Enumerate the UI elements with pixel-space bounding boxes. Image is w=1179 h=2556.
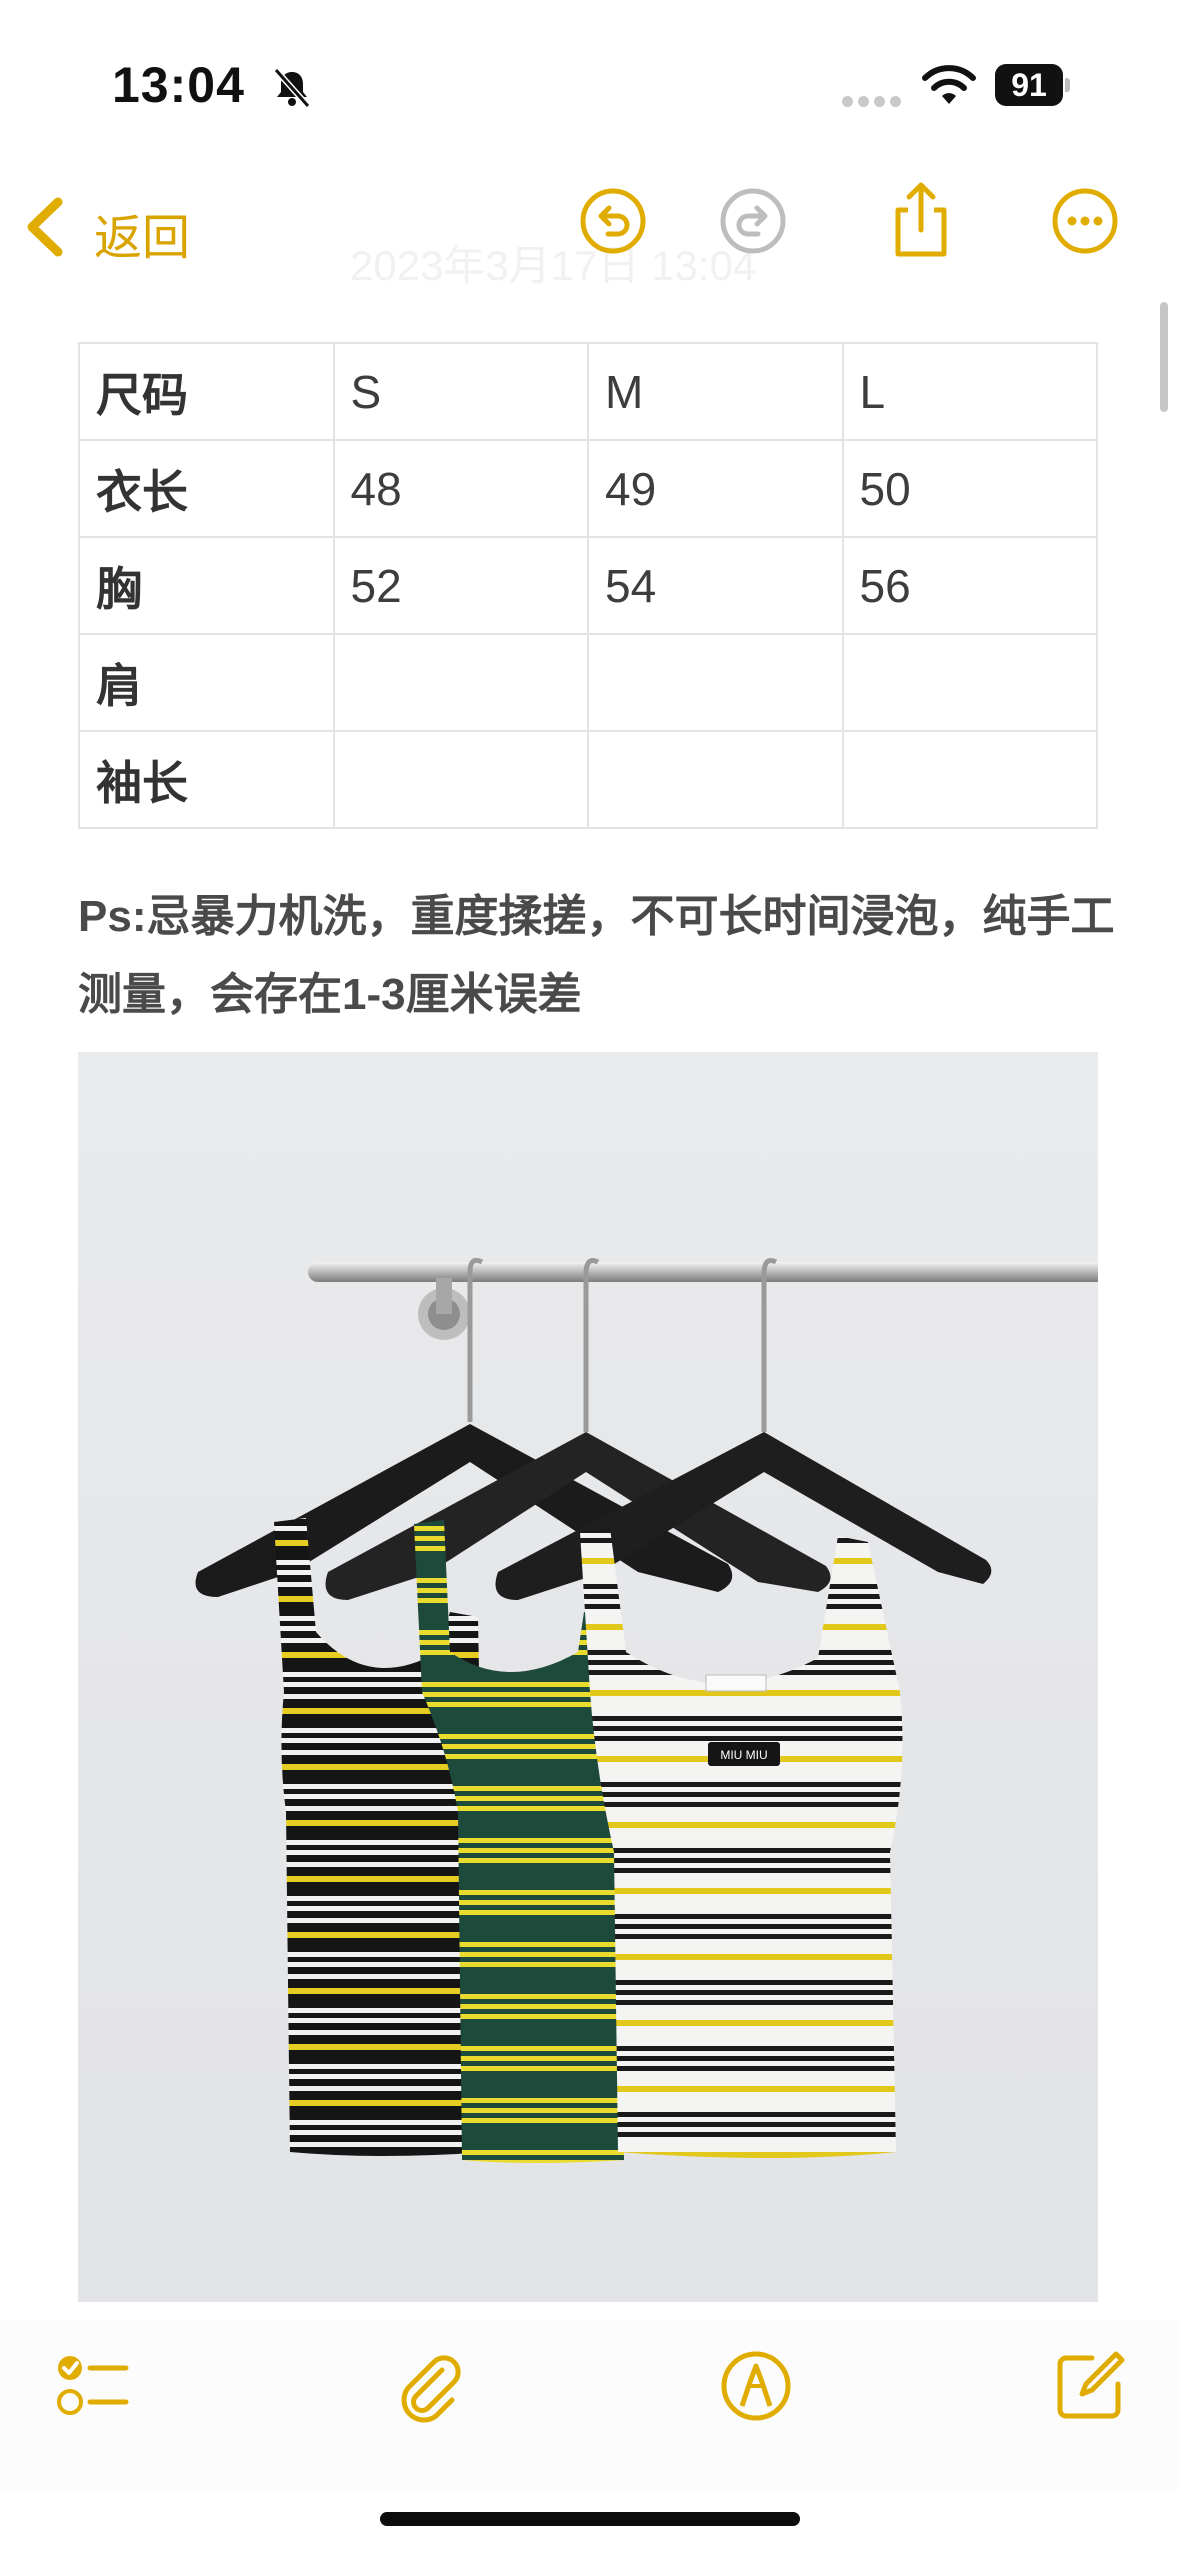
- table-row: 尺码 S M L: [78, 342, 1098, 441]
- table-cell[interactable]: 56: [841, 536, 1098, 635]
- table-cell[interactable]: 衣长: [78, 439, 335, 538]
- table-cell[interactable]: L: [841, 342, 1098, 441]
- table-cell[interactable]: 袖长: [78, 730, 335, 829]
- table-cell[interactable]: [332, 730, 589, 829]
- table-cell[interactable]: 尺码: [78, 342, 335, 441]
- table-row: 衣长 48 49 50: [78, 439, 1098, 538]
- paperclip-icon[interactable]: [392, 2348, 468, 2424]
- note-text[interactable]: Ps:忌暴力机洗，重度揉搓，不可长时间浸泡，纯手工测量，会存在1-3厘米误差: [78, 878, 1118, 1034]
- table-row: 胸 52 54 56: [78, 536, 1098, 635]
- wifi-icon: [922, 65, 976, 104]
- size-table[interactable]: 尺码 S M L 衣长 48 49 50 胸 52 54 56 肩 袖长: [78, 342, 1098, 829]
- back-button[interactable]: 返回: [94, 198, 190, 268]
- note-date: 2023年3月17日 13:04: [350, 242, 757, 289]
- cellular-signal-icon: [842, 94, 906, 112]
- table-cell[interactable]: S: [332, 342, 589, 441]
- table-row: 肩: [78, 633, 1098, 732]
- home-indicator[interactable]: [380, 2512, 800, 2526]
- brand-label: MIU MIU: [720, 1748, 767, 1762]
- table-cell[interactable]: 54: [587, 536, 844, 635]
- more-icon[interactable]: [1050, 186, 1120, 256]
- table-cell[interactable]: 49: [587, 439, 844, 538]
- table-row: 袖长: [78, 730, 1098, 829]
- table-cell[interactable]: [841, 633, 1098, 732]
- compose-icon[interactable]: [1052, 2348, 1128, 2424]
- product-photo[interactable]: MIU MIU: [78, 1052, 1098, 2302]
- table-cell[interactable]: M: [587, 342, 844, 441]
- share-icon[interactable]: [886, 180, 956, 260]
- battery-level: 91: [995, 64, 1063, 106]
- chevron-left-icon[interactable]: [22, 196, 66, 258]
- checklist-icon[interactable]: [54, 2348, 130, 2424]
- table-cell[interactable]: 50: [841, 439, 1098, 538]
- scrollbar[interactable]: [1160, 302, 1168, 412]
- bell-muted-icon: [273, 68, 311, 108]
- battery-indicator: 91: [995, 64, 1073, 108]
- table-cell[interactable]: 48: [332, 439, 589, 538]
- markup-pen-icon[interactable]: [718, 2348, 794, 2424]
- redo-icon[interactable]: [718, 186, 788, 256]
- bottom-toolbar: [0, 2320, 1179, 2490]
- table-cell[interactable]: 52: [332, 536, 589, 635]
- table-cell[interactable]: [332, 633, 589, 732]
- status-time: 13:04: [112, 57, 245, 113]
- table-cell[interactable]: [587, 730, 844, 829]
- undo-icon[interactable]: [578, 186, 648, 256]
- table-cell[interactable]: [587, 633, 844, 732]
- table-cell[interactable]: [841, 730, 1098, 829]
- table-cell[interactable]: 胸: [78, 536, 335, 635]
- table-cell[interactable]: 肩: [78, 633, 335, 732]
